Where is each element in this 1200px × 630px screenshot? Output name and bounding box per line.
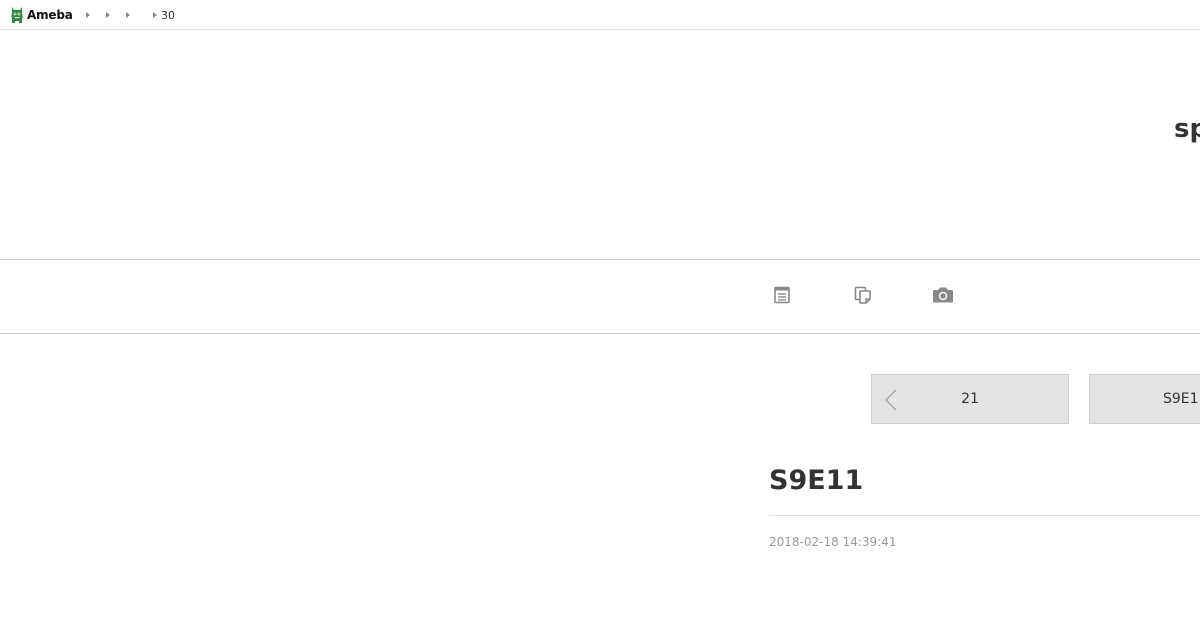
- breadcrumb-item-4[interactable]: 30: [153, 8, 175, 22]
- entry-title-divider: [769, 515, 1200, 516]
- copy-icon[interactable]: [852, 284, 874, 306]
- blog-title[interactable]: sp: [1174, 112, 1200, 146]
- camera-glyph: [933, 287, 953, 303]
- header-divider: [0, 259, 1200, 260]
- camera-icon[interactable]: [932, 284, 954, 306]
- chevron-right-icon: [153, 12, 157, 18]
- chevron-right-icon: [126, 12, 130, 18]
- chevron-right-icon: [106, 12, 110, 18]
- entry-date: 2018-02-18 14:39:41: [769, 535, 897, 549]
- global-header: Ameba 30: [0, 0, 1200, 30]
- chevron-right-icon: [86, 12, 90, 18]
- prev-entry-button[interactable]: 21: [871, 374, 1069, 424]
- entry-list-glyph: [774, 286, 790, 304]
- next-entry-button[interactable]: S9E1: [1089, 374, 1200, 424]
- logo-text: Ameba: [27, 8, 73, 22]
- chevron-left-icon: [884, 389, 897, 411]
- breadcrumb-item-3[interactable]: [126, 9, 134, 21]
- entry-list-icon[interactable]: [771, 284, 793, 306]
- breadcrumb-item-2[interactable]: [106, 9, 114, 21]
- ameba-logo[interactable]: Ameba: [10, 5, 73, 25]
- entry-title[interactable]: S9E11: [769, 462, 863, 500]
- next-entry-label: S9E1: [1163, 391, 1199, 407]
- menu-divider: [0, 333, 1200, 334]
- ameba-mascot-icon: [11, 6, 23, 23]
- breadcrumb-item-1[interactable]: [86, 9, 94, 21]
- prev-entry-label: 21: [961, 391, 979, 407]
- breadcrumb-label: 30: [161, 8, 175, 22]
- copy-glyph: [854, 286, 871, 304]
